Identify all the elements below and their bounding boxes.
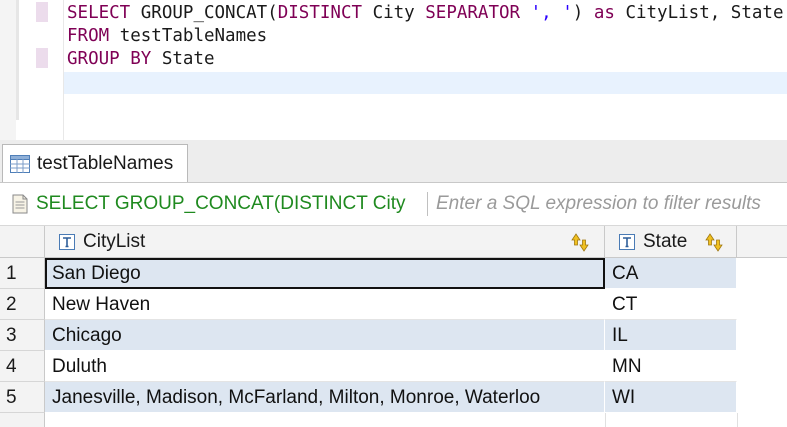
state-cell[interactable]: IL [605,320,737,351]
line-number-divider [63,0,64,140]
line-marker [36,48,48,68]
code-token: GROUP BY [67,49,162,69]
code-line-1[interactable]: SELECT GROUP_CONCAT(DISTINCT City SEPARA… [67,2,784,24]
sql-script-icon [12,194,28,219]
current-line-highlight [64,72,787,94]
editor-ruler [16,0,19,120]
code-token: ) [572,3,594,23]
citylist-cell[interactable]: Duluth [45,351,605,382]
column-header-citylist[interactable]: CityList [45,226,605,258]
citylist-cell[interactable]: San Diego [45,258,605,289]
state-cell[interactable]: MN [605,351,737,382]
code-token: DISTINCT [277,3,373,23]
code-token: ', ' [530,3,573,23]
text-type-icon [619,234,635,255]
column-label: State [643,231,688,252]
sort-icon[interactable] [705,232,729,257]
filter-bar: SELECT GROUP_CONCAT(DISTINCT City [0,183,787,226]
table-row[interactable]: 3 Chicago IL [0,320,737,351]
code-token: as [593,3,626,23]
citylist-cell[interactable]: Janesville, Madison, McFarland, Milton, … [45,382,605,413]
filter-divider [427,192,428,216]
tab-testtablenames[interactable]: testTableNames [2,144,188,182]
state-cell[interactable]: CT [605,289,737,320]
table-row[interactable]: 2 New Haven CT [0,289,737,320]
code-token: SEPARATOR [425,3,531,23]
code-token: FROM [67,26,120,46]
sql-editor[interactable]: SELECT GROUP_CONCAT(DISTINCT City SEPARA… [0,0,787,140]
row-number[interactable]: 2 [0,289,45,320]
column-divider [737,413,738,427]
state-cell[interactable]: WI [605,382,737,413]
table-row[interactable]: 1 San Diego CA [0,258,737,289]
table-row[interactable]: 5 Janesville, Madison, McFarland, Milton… [0,382,737,413]
code-token: CityList, State [625,3,784,23]
code-token: SELECT [67,3,141,23]
line-marker [36,2,48,22]
citylist-cell[interactable]: Chicago [45,320,605,351]
tab-label: testTableNames [37,153,174,174]
row-number[interactable]: 3 [0,320,45,351]
header-filler [737,226,787,258]
column-label: CityList [83,231,146,252]
text-type-icon [59,234,75,255]
editor-gutter [0,0,16,140]
active-query-text[interactable]: SELECT GROUP_CONCAT(DISTINCT City [36,193,406,215]
code-token: testTableNames [119,26,268,46]
row-number[interactable]: 4 [0,351,45,382]
row-number[interactable]: 1 [0,258,45,289]
column-header-state[interactable]: State [605,226,737,258]
code-token: State [161,49,215,69]
code-token: City [372,3,426,23]
citylist-cell[interactable]: New Haven [45,289,605,320]
table-row[interactable]: 4 Duluth MN [0,351,737,382]
code-line-2[interactable]: FROM testTableNames [67,25,267,47]
filter-expression-input[interactable] [432,191,787,217]
table-icon [10,155,30,178]
code-token: GROUP_CONCAT( [140,3,278,23]
state-cell[interactable]: CA [605,258,737,289]
row-number[interactable]: 5 [0,382,45,413]
code-line-3[interactable]: GROUP BY State [67,48,215,70]
results-tab-bar: testTableNames [0,140,787,183]
results-grid: CityList State 1 San Diego CA 2 New Have… [0,226,787,427]
grid-corner[interactable] [0,226,45,258]
empty-row-header [0,413,45,427]
sort-icon[interactable] [571,232,595,257]
column-divider [605,413,606,427]
